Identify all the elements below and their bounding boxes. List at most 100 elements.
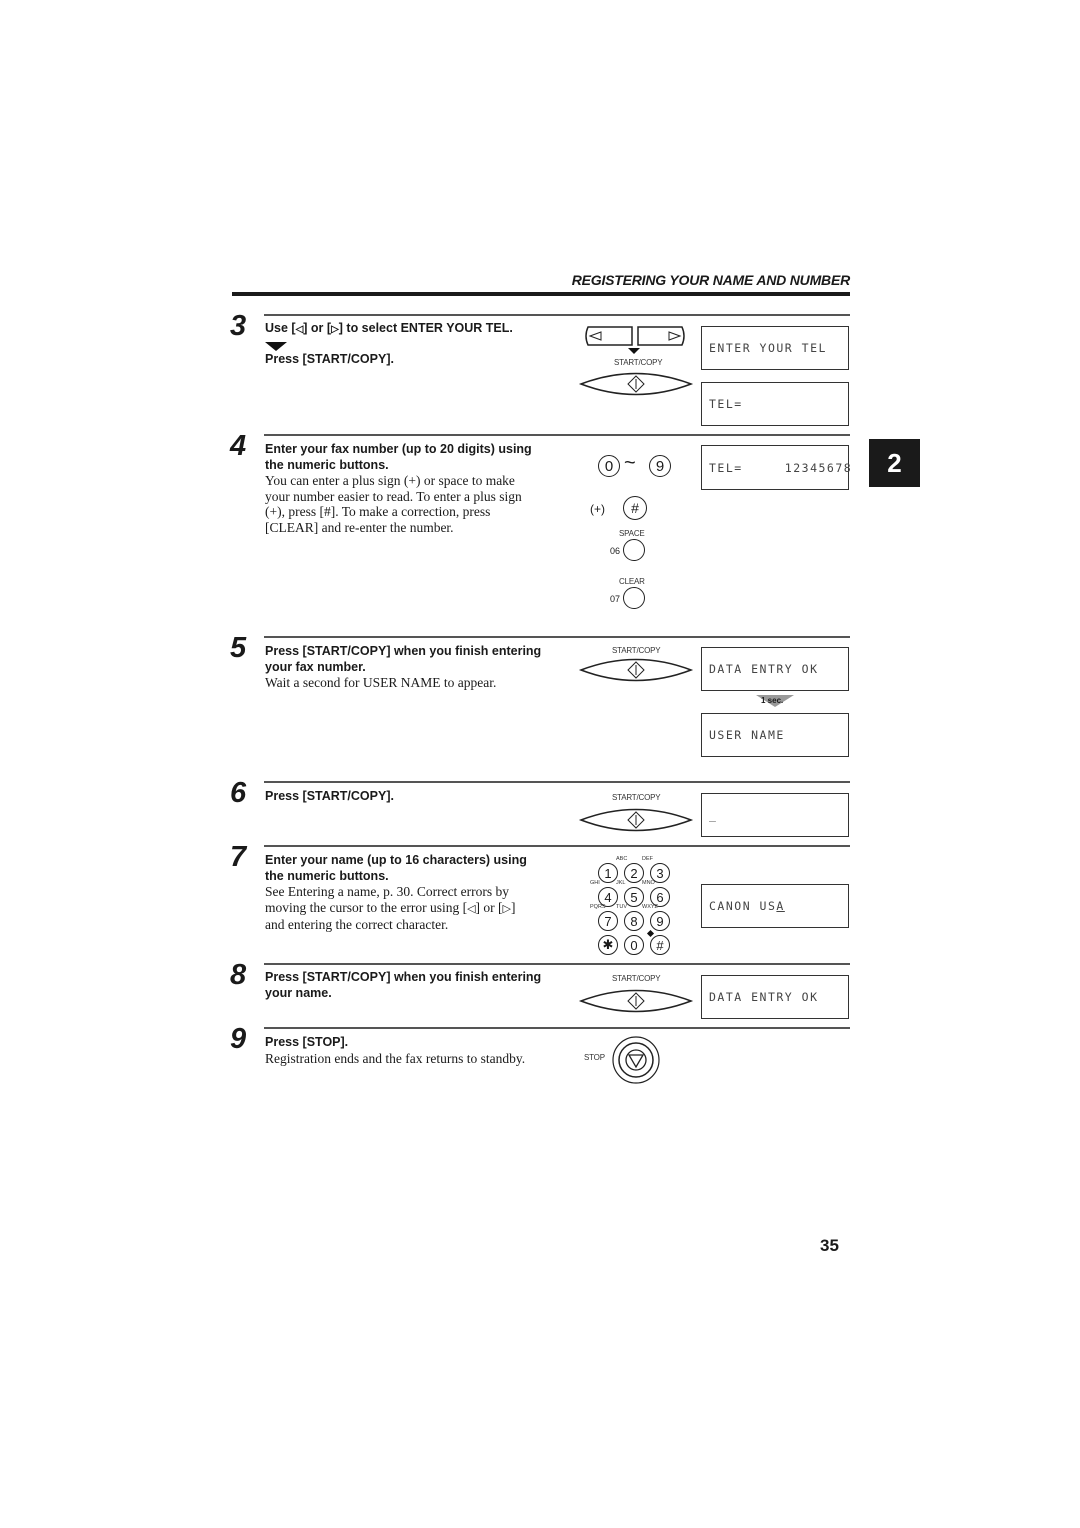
lcd-display: TEL= 12345678 [701,445,851,490]
space-code: 06 [610,546,621,556]
right-arrow-icon: ▷ [502,902,512,915]
step-divider [264,781,850,783]
keypad-key[interactable]: 8 [624,911,644,931]
stop-button[interactable] [612,1036,662,1086]
start-copy-label: START/COPY [612,646,661,655]
start-copy-button[interactable] [578,369,694,399]
left-key[interactable] [585,326,633,346]
section-title: REGISTERING YOUR NAME AND NUMBER [571,272,850,288]
text: the numeric buttons. [265,457,389,472]
step-divider [264,636,850,638]
key-0[interactable]: 0 [598,455,620,477]
start-copy-button[interactable] [578,986,694,1016]
start-copy-button[interactable] [578,655,694,685]
keypad-letters: ABC [616,856,628,862]
step-5-instruction: Press [START/COPY] when you finish enter… [265,644,541,691]
step-3-instruction: Use [◁] or [▷] to select ENTER YOUR TEL. [265,321,513,338]
step-number: 3 [230,310,247,342]
lcd-display: ENTER YOUR TEL [701,326,849,370]
step-divider [264,314,850,316]
keypad-key[interactable]: 9 [650,911,670,931]
text: ] or [ [475,899,503,915]
text: Press [START/COPY]. [265,789,394,803]
lcd-display: TEL= [701,382,849,426]
text: Press [START/COPY]. [265,352,394,366]
start-copy-button[interactable] [578,805,694,835]
keypad-key[interactable]: 1 [598,863,618,883]
step-9-instruction: Press [STOP]. Registration ends and the … [265,1035,525,1066]
text: ] [511,899,516,915]
keypad-key[interactable]: 2 [624,863,644,883]
start-copy-label: START/COPY [612,974,661,983]
keypad-letters: DEF [642,856,653,862]
key-9[interactable]: 9 [649,455,671,477]
header-rule [232,292,850,296]
keypad-letters: PQRS [590,904,606,910]
keypad-key[interactable]: ✱ [598,935,618,955]
text: Press [START/COPY] when you finish enter… [265,970,542,984]
down-arrow-icon [628,348,640,354]
right-key[interactable] [637,326,685,346]
hash-key[interactable]: # [623,496,647,520]
arrow-keys[interactable] [584,325,688,347]
lcd-display: _ [701,793,849,837]
space-key[interactable] [623,539,645,561]
text: Use [ [265,321,296,335]
text: (+), press [#]. To make a correction, pr… [265,504,491,519]
step-8-instruction: Press [START/COPY] when you finish enter… [265,970,541,1001]
step-number: 9 [230,1023,247,1055]
text: Wait a second for USER NAME to appear. [265,675,497,690]
keypad-letters: JKL [616,880,626,886]
text: See Entering a name, p. 30. Correct erro… [265,884,510,899]
step-divider [264,1027,850,1029]
keypad-letters: MNO [642,880,655,886]
text: ] or [ [303,321,332,335]
step-number: 5 [230,632,247,664]
text: You can enter a plus sign (+) or space t… [265,473,515,488]
clear-code: 07 [610,594,621,604]
start-copy-label: START/COPY [612,793,661,802]
keypad-letters: WXYZ [642,904,658,910]
lcd-text: CANON US [709,899,777,913]
clear-key[interactable] [623,587,645,609]
keypad-key[interactable]: # [650,935,670,955]
step-number: 7 [230,841,247,873]
step-divider [264,963,850,965]
step-6-instruction: Press [START/COPY]. [265,789,394,805]
text: [CLEAR] and re-enter the number. [265,519,454,535]
keypad-key[interactable]: 7 [598,911,618,931]
text: your number easier to read. To enter a p… [265,488,522,504]
text: moving the cursor to the error using [◁]… [265,900,527,918]
range-tilde: ~ [624,452,636,474]
step-divider [264,845,850,847]
text: your fax number. [265,659,366,674]
pause-dot-icon [646,929,655,938]
right-arrow-icon: ▷ [331,324,339,335]
numeric-keypad: 1 2 ABC 3 DEF 4 GHI 5 JKL 6 MNO 7 PQRS 8 TUV 9 WXYZ ✱ 0 # [590,856,678,957]
text: Press [STOP]. [265,1035,349,1049]
lcd-cursor: A [776,899,785,913]
text: Registration ends and the fax returns to… [265,1050,526,1066]
chapter-tab: 2 [869,439,920,487]
stop-label: STOP [584,1053,605,1062]
keypad-key[interactable]: 5 [624,887,644,907]
next-arrow-icon [265,342,287,351]
lcd-display: CANON US A [701,884,849,928]
clear-label: CLEAR [619,577,645,586]
keypad-key[interactable]: 0 [624,935,644,955]
start-copy-label: START/COPY [614,358,663,367]
step-number: 8 [230,959,247,991]
step-3-press: Press [START/COPY]. [265,352,394,368]
step-7-instruction: Enter your name (up to 16 characters) us… [265,853,527,933]
step-divider [264,434,850,436]
space-label: SPACE [619,529,645,538]
text: Enter your fax number (up to 20 digits) … [265,442,532,456]
lcd-display: DATA ENTRY OK [701,975,849,1019]
text: moving the cursor to the error using [ [265,899,468,915]
left-arrow-icon: ◁ [467,902,476,915]
delay-label: 1 sec. [761,696,784,705]
text: and entering the correct character. [265,917,449,932]
step-4-instruction: Enter your fax number (up to 20 digits) … [265,442,532,535]
lcd-display: DATA ENTRY OK [701,647,849,691]
keypad-letters: TUV [616,904,627,910]
